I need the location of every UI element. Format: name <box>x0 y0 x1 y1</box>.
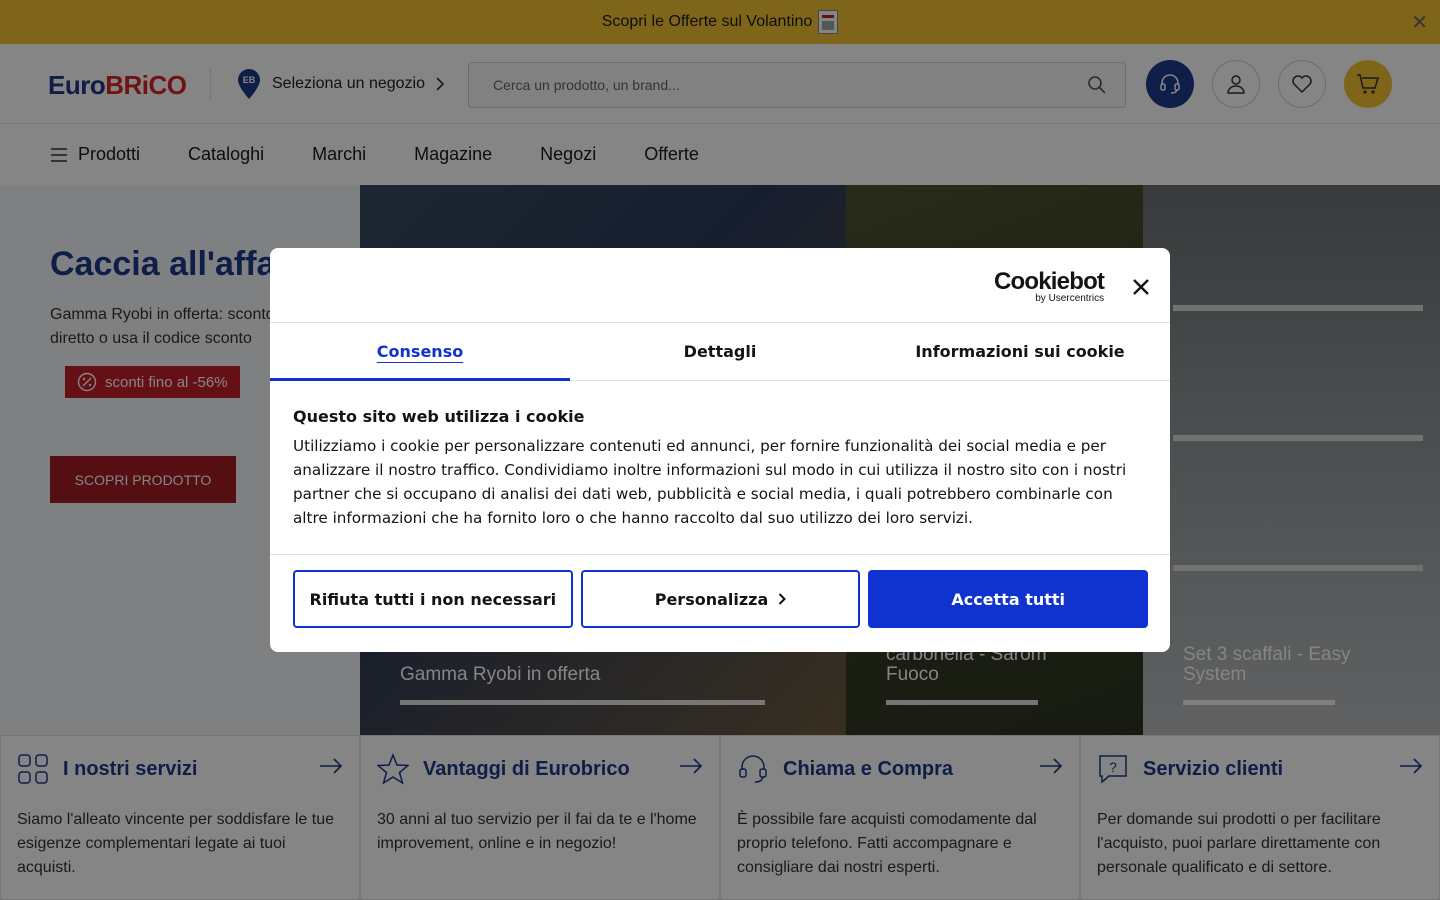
dialog-body: Questo sito web utilizza i cookie Utiliz… <box>270 381 1170 555</box>
cookiebot-brand: Cookiebot <box>994 268 1105 295</box>
dialog-buttons: Rifiuta tutti i non necessari Personaliz… <box>270 555 1170 628</box>
dialog-heading: Questo sito web utilizza i cookie <box>293 407 585 426</box>
reject-button[interactable]: Rifiuta tutti i non necessari <box>293 570 573 628</box>
accept-label: Accetta tutti <box>951 589 1066 609</box>
dialog-header: Cookiebot by Usercentrics <box>270 248 1170 323</box>
accept-all-button[interactable]: Accetta tutti <box>868 570 1149 628</box>
cookiebot-logo: Cookiebot by Usercentrics <box>994 268 1105 304</box>
dialog-tabs: Consenso Dettagli Informazioni sui cooki… <box>270 323 1170 381</box>
dialog-text: Utilizziamo i cookie per personalizzare … <box>293 437 1127 527</box>
tab-informazioni[interactable]: Informazioni sui cookie <box>870 323 1170 380</box>
cookie-consent-dialog: Cookiebot by Usercentrics Consenso Detta… <box>270 248 1170 652</box>
reject-label: Rifiuta tutti i non necessari <box>309 589 557 609</box>
close-icon[interactable] <box>1130 276 1152 298</box>
customize-label: Personalizza <box>654 589 769 609</box>
tab-consenso[interactable]: Consenso <box>270 323 570 381</box>
chevron-right-icon <box>779 593 787 605</box>
customize-button[interactable]: Personalizza <box>580 570 861 628</box>
tab-dettagli[interactable]: Dettagli <box>570 323 870 380</box>
